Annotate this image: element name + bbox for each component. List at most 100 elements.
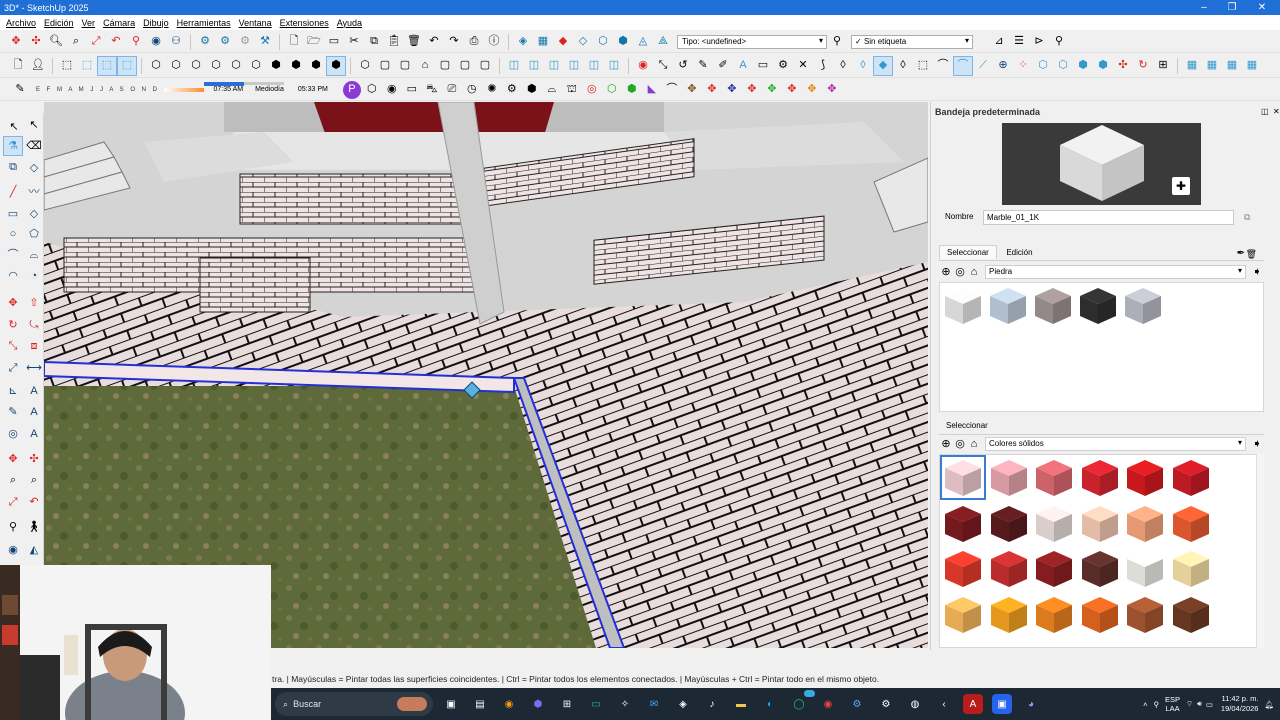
forward-icon-2[interactable]: ◎ <box>954 435 966 453</box>
walk-through-icon[interactable]: ⟆ <box>814 57 832 75</box>
intersect-icon[interactable]: ◫ <box>525 57 543 75</box>
menu-ayuda[interactable]: Ayuda <box>333 18 366 28</box>
walk-tool-icon[interactable]: 🚶︎ <box>25 518 43 536</box>
details-icon[interactable]: ➧ <box>1251 263 1263 281</box>
left-view-icon[interactable]: ⬡ <box>247 57 265 75</box>
swatch-stone-2[interactable] <box>987 285 1029 326</box>
extension-warehouse-icon[interactable]: ▢ <box>476 57 494 75</box>
camera-icon[interactable]: ⎚ <box>443 81 461 99</box>
swatch-solid-3-6[interactable] <box>1170 548 1212 589</box>
save-icon[interactable]: ▭ <box>325 33 343 51</box>
outlook-icon[interactable]: ✉ <box>644 694 664 714</box>
pan-red-icon[interactable]: ✣ <box>27 33 45 51</box>
zoom-tool-icon[interactable]: ⌕ <box>4 471 22 489</box>
language-indicator[interactable]: ESP LAA <box>1165 695 1180 713</box>
tag-icon[interactable]: ◇ <box>25 159 43 177</box>
triangle-icon[interactable]: ◣ <box>643 81 661 99</box>
box-3d-icon[interactable]: ⬡ <box>363 81 381 99</box>
swatch-solid-2-1[interactable] <box>942 503 984 544</box>
groups-icon[interactable]: ▢ <box>396 57 414 75</box>
zoom-window-icon[interactable]: ⌕ <box>67 33 85 51</box>
location-icon[interactable]: ⚲ <box>1154 700 1160 709</box>
menu-camara[interactable]: Cámara <box>99 18 139 28</box>
3d-text-tool-icon[interactable]: A <box>25 403 43 421</box>
sphere-icon[interactable]: ◉ <box>383 81 401 99</box>
ai-icon[interactable]: ✧ <box>615 694 635 714</box>
box-icon[interactable]: ⬡ <box>356 57 374 75</box>
library-select-bottom[interactable]: Colores sólidos <box>985 437 1246 451</box>
close-button[interactable]: ✕ <box>1246 0 1278 15</box>
paint-icon[interactable]: ✎ <box>11 81 29 99</box>
drop-icon[interactable]: ◊ <box>834 57 852 75</box>
previous-view-icon[interactable]: ↶ <box>107 33 125 51</box>
arrows-h-icon[interactable]: ✥ <box>823 81 841 99</box>
car-icon[interactable]: ⛍ <box>423 81 441 99</box>
swatch-solid-2-4[interactable] <box>1079 503 1121 544</box>
sandbox-scratch-icon[interactable]: ▦ <box>534 33 552 51</box>
rotate-red-icon[interactable]: ↻ <box>1134 57 1152 75</box>
details-icon-2[interactable]: ➧ <box>1251 435 1263 453</box>
swatch-solid-2-3[interactable] <box>1033 503 1075 544</box>
textured-icon[interactable]: ⬢ <box>287 57 305 75</box>
drape-icon[interactable]: ⬡ <box>594 33 612 51</box>
menu-ver[interactable]: Ver <box>78 18 100 28</box>
tiktok-icon[interactable]: ♪ <box>702 694 722 714</box>
dimension-icon[interactable]: ✐ <box>714 57 732 75</box>
menu-herramientas[interactable]: Herramientas <box>173 18 235 28</box>
arrows-d-icon[interactable]: ✥ <box>743 81 761 99</box>
position-camera-icon[interactable]: ⚲ <box>127 33 145 51</box>
steam-icon[interactable]: ⚙ <box>847 694 867 714</box>
swatch-solid-3-4[interactable] <box>1079 548 1121 589</box>
terrain-a-icon[interactable]: ▦ <box>1183 57 1201 75</box>
shaded-icon[interactable]: ⬢ <box>267 57 285 75</box>
maximize-button[interactable]: ❐ <box>1216 0 1248 15</box>
new-file-icon[interactable]: 🗋 <box>285 33 303 51</box>
terrain-b-icon[interactable]: ▦ <box>1203 57 1221 75</box>
wifi-icon[interactable]: ⌔ <box>1186 699 1193 709</box>
copilot-icon[interactable]: ◈ <box>673 694 693 714</box>
components-icon[interactable]: ▢ <box>376 57 394 75</box>
circle-icon[interactable]: ○ <box>4 225 22 243</box>
zoom-extents-tool-icon[interactable]: ⤢ <box>4 493 22 511</box>
outer-shell-icon[interactable]: ◫ <box>505 57 523 75</box>
menu-archivo[interactable]: Archivo <box>2 18 40 28</box>
look-around-icon[interactable]: ◉ <box>147 33 165 51</box>
line-snap-icon[interactable]: ⟋ <box>974 57 992 75</box>
follow-me-icon[interactable]: ⤿ <box>25 316 43 334</box>
time-slider[interactable] <box>204 82 284 86</box>
transform-icon[interactable]: ✣ <box>1114 57 1132 75</box>
paint-bucket-icon[interactable]: ⚗ <box>3 136 23 156</box>
widgets-icon[interactable]: ▤ <box>470 694 490 714</box>
swatch-stone-1[interactable] <box>942 285 984 326</box>
bed-icon[interactable]: ⛫ <box>563 81 581 99</box>
swatch-stone-5[interactable] <box>1122 285 1164 326</box>
rectangle-icon[interactable]: ▭ <box>4 205 22 223</box>
create-material-icon[interactable]: ✚ <box>1172 177 1190 195</box>
orbit-icon[interactable]: ◎ <box>4 425 22 443</box>
hidden-line-icon[interactable]: ⬚ <box>117 55 137 76</box>
forward-icon[interactable]: ◎ <box>954 263 966 281</box>
menu-edicion[interactable]: Edición <box>40 18 78 28</box>
top-view-icon[interactable]: ⬡ <box>167 57 185 75</box>
profile-builder-icon[interactable]: P <box>342 80 361 99</box>
warehouse-icon[interactable]: ▢ <box>456 57 474 75</box>
front-view-icon[interactable]: ⬡ <box>187 57 205 75</box>
arc-tool-icon[interactable]: ⌒ <box>4 246 22 264</box>
text-icon[interactable]: A <box>734 57 752 75</box>
split-icon[interactable]: ◫ <box>605 57 623 75</box>
swatch-solid-4-5[interactable] <box>1124 594 1166 635</box>
look-around-tool-icon[interactable]: ◉ <box>4 541 22 559</box>
cube-icon[interactable]: ⬢ <box>523 81 541 99</box>
menu-dibujo[interactable]: Dibujo <box>139 18 173 28</box>
push-pull-icon[interactable]: ⇧ <box>25 294 43 312</box>
arrows-g-icon[interactable]: ✥ <box>803 81 821 99</box>
offset-icon[interactable]: ⧈ <box>25 337 43 355</box>
flip-edge-icon[interactable]: ◬ <box>634 33 652 51</box>
pie-tool-icon[interactable]: ◔ <box>25 267 43 285</box>
zoom-extents-icon[interactable]: ⤢ <box>87 33 105 51</box>
shaded-textures-icon[interactable]: ⬢ <box>326 55 346 76</box>
date-slider[interactable] <box>163 87 204 92</box>
user-icon[interactable]: 👤︎ <box>29 57 47 75</box>
walk-icon[interactable]: ⚇ <box>167 33 185 51</box>
sandbox-icon[interactable]: ◈ <box>514 33 532 51</box>
